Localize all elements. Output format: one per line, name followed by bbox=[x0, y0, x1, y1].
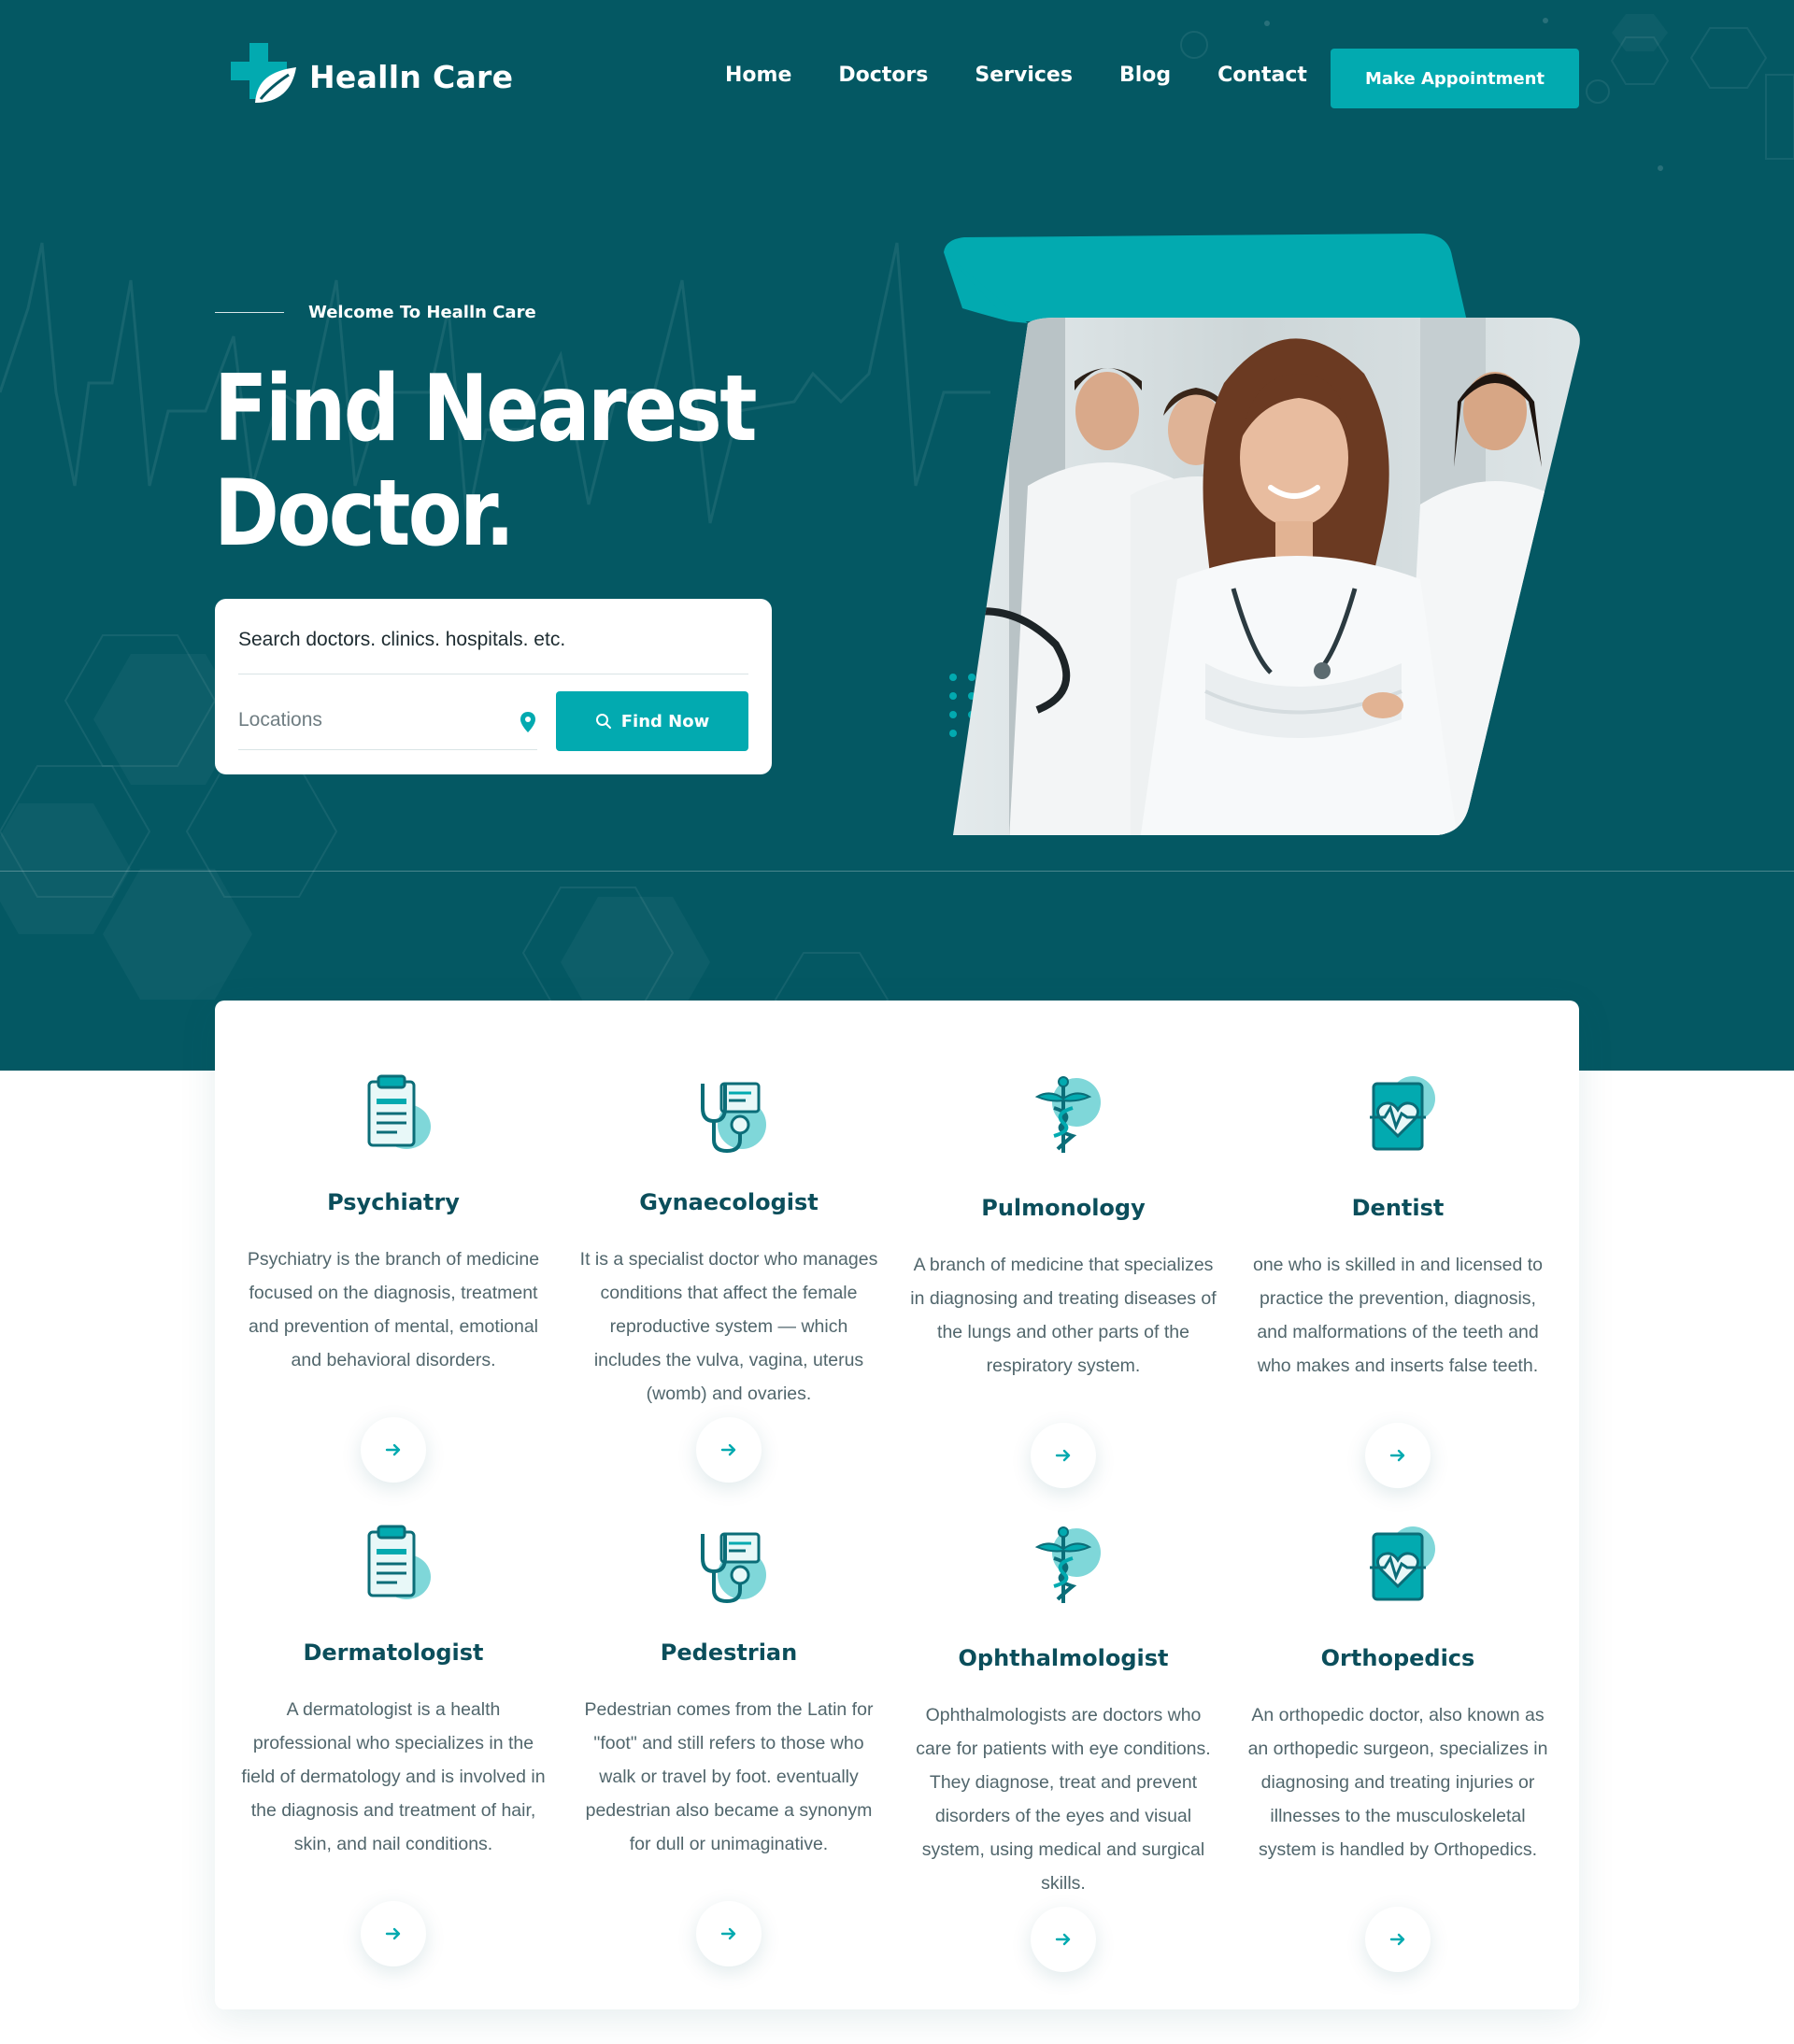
service-ophthalmologist: Ophthalmologist Ophthalmologists are doc… bbox=[909, 1521, 1217, 1972]
service-title: Dermatologist bbox=[303, 1639, 484, 1666]
heart-monitor-icon bbox=[1370, 1076, 1435, 1151]
service-arrow-button[interactable] bbox=[361, 1901, 426, 1966]
main-nav: Home Doctors Services Blog Contact bbox=[725, 64, 1307, 87]
nav-services[interactable]: Services bbox=[975, 64, 1073, 87]
service-orthopedics: Orthopedics An orthopedic doctor, also k… bbox=[1244, 1521, 1552, 1972]
service-pedestrian: Pedestrian Pedestrian comes from the Lat… bbox=[575, 1521, 883, 1966]
hero-section: Healln Care Home Doctors Services Blog C… bbox=[0, 0, 1794, 1071]
make-appointment-button[interactable]: Make Appointment bbox=[1331, 49, 1579, 108]
service-title: Psychiatry bbox=[327, 1189, 460, 1215]
location-input[interactable] bbox=[238, 705, 519, 735]
title-line-1: Find Nearest bbox=[214, 356, 758, 462]
service-arrow-button[interactable] bbox=[1365, 1423, 1431, 1488]
service-pulmonology: Pulmonology A branch of medicine that sp… bbox=[909, 1071, 1217, 1488]
hero-photo bbox=[944, 234, 1580, 835]
service-title: Ophthalmologist bbox=[958, 1645, 1169, 1671]
welcome-tagline: Welcome To Healln Care bbox=[215, 303, 536, 322]
stethoscope-icon bbox=[701, 1532, 766, 1604]
service-description: A dermatologist is a health professional… bbox=[241, 1699, 546, 1854]
caduceus-icon bbox=[1034, 1526, 1101, 1603]
search-doctors-input[interactable]: Search doctors. clinics. hospitals. etc. bbox=[238, 629, 565, 651]
service-description: It is a specialist doctor who manages co… bbox=[579, 1249, 878, 1404]
logo-text: Healln Care bbox=[309, 58, 514, 95]
service-arrow-button[interactable] bbox=[696, 1901, 762, 1966]
arrow-right-icon bbox=[1389, 1933, 1405, 1946]
service-description: one who is skilled in and licensed to pr… bbox=[1252, 1255, 1544, 1376]
service-description: A branch of medicine that specializes in… bbox=[910, 1255, 1217, 1376]
title-line-2: Doctor. bbox=[214, 461, 515, 567]
service-description: Pedestrian comes from the Latin for "foo… bbox=[584, 1699, 874, 1854]
service-description: Psychiatry is the branch of medicine foc… bbox=[247, 1249, 540, 1370]
nav-doctors[interactable]: Doctors bbox=[838, 64, 928, 87]
arrow-right-icon bbox=[385, 1927, 401, 1940]
arrow-right-icon bbox=[1055, 1933, 1071, 1946]
service-arrow-button[interactable] bbox=[1365, 1907, 1431, 1972]
caduceus-icon bbox=[1034, 1076, 1101, 1153]
heart-monitor-icon bbox=[1370, 1526, 1435, 1601]
service-title: Dentist bbox=[1351, 1195, 1445, 1221]
arrow-right-icon bbox=[1055, 1449, 1071, 1462]
service-title: Gynaecologist bbox=[639, 1189, 819, 1215]
service-gynaecologist: Gynaecologist It is a specialist doctor … bbox=[575, 1071, 883, 1483]
stethoscope-icon bbox=[701, 1082, 766, 1154]
find-now-button[interactable]: Find Now bbox=[556, 691, 748, 751]
services-card: Psychiatry Psychiatry is the branch of m… bbox=[215, 1001, 1579, 2009]
nav-blog[interactable]: Blog bbox=[1119, 64, 1171, 87]
arrow-right-icon bbox=[1389, 1449, 1405, 1462]
service-arrow-button[interactable] bbox=[1031, 1907, 1096, 1972]
page-title: Find Nearest Doctor. bbox=[214, 357, 825, 566]
clipboard-icon bbox=[367, 1074, 431, 1149]
arrow-right-icon bbox=[720, 1927, 736, 1940]
tagline-line bbox=[215, 312, 284, 313]
search-icon bbox=[595, 714, 611, 729]
map-pin-icon bbox=[520, 712, 535, 732]
nav-home[interactable]: Home bbox=[725, 64, 791, 87]
logo[interactable]: Healln Care bbox=[231, 43, 513, 110]
find-now-label: Find Now bbox=[620, 711, 710, 731]
service-arrow-button[interactable] bbox=[1031, 1423, 1096, 1488]
service-description: Ophthalmologists are doctors who care fo… bbox=[916, 1705, 1211, 1894]
welcome-text: Welcome To Healln Care bbox=[308, 303, 536, 322]
nav-contact[interactable]: Contact bbox=[1217, 64, 1307, 87]
service-description: An orthopedic doctor, also known as an o… bbox=[1247, 1705, 1548, 1860]
service-title: Orthopedics bbox=[1320, 1645, 1475, 1671]
service-title: Pedestrian bbox=[660, 1639, 798, 1666]
arrow-right-icon bbox=[385, 1443, 401, 1456]
logo-cross-leaf-icon bbox=[231, 43, 296, 103]
service-dermatologist: Dermatologist A dermatologist is a healt… bbox=[239, 1521, 548, 1966]
service-title: Pulmonology bbox=[981, 1195, 1146, 1221]
service-dentist: Dentist one who is skilled in and licens… bbox=[1244, 1071, 1552, 1488]
search-card: Search doctors. clinics. hospitals. etc.… bbox=[215, 599, 772, 774]
clipboard-icon bbox=[367, 1525, 431, 1599]
arrow-right-icon bbox=[720, 1443, 736, 1456]
service-arrow-button[interactable] bbox=[696, 1417, 762, 1483]
service-psychiatry: Psychiatry Psychiatry is the branch of m… bbox=[239, 1071, 548, 1483]
divider bbox=[238, 749, 537, 750]
service-arrow-button[interactable] bbox=[361, 1417, 426, 1483]
hero-divider bbox=[0, 871, 1794, 872]
